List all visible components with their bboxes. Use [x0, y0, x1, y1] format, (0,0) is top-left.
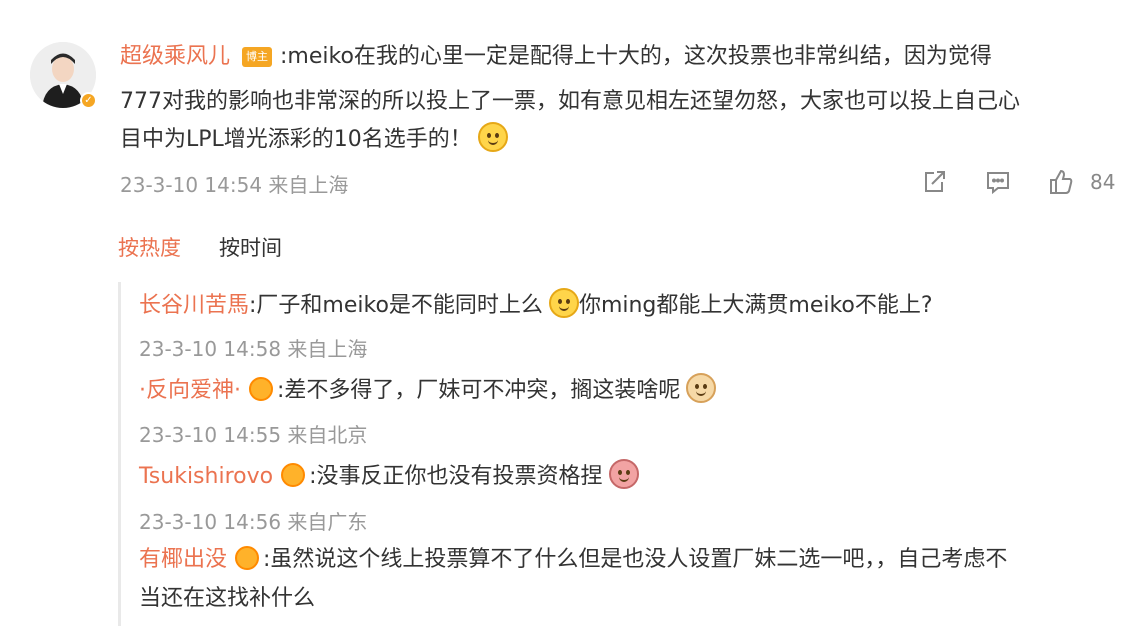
reply-list: 长谷川苦馬:厂子和meiko是不能同时上么 你ming都能上大满贯meiko不能上…: [118, 282, 1138, 626]
reply-timestamp: 23-3-10 14:55 来自北京: [139, 423, 368, 447]
reply-3: Tsukishirovo :没事反正你也没有投票资格捏: [139, 459, 639, 492]
sweat-emoji-icon: [548, 288, 579, 318]
reply-text-continued: 你ming都能上大满贯meiko不能上?: [578, 293, 933, 318]
root-comment: ✓ 超级乘风儿 博主 :meiko在我的心里一定是配得上十大的，这次投票也非常纠结，…: [0, 0, 1148, 210]
doge-emoji-icon: [686, 373, 717, 403]
tab-sort-by-time[interactable]: 按时间: [219, 232, 282, 262]
reply-text: :虽然说这个线上投票算不了什么但是也没人设置厂妹二选一吧，，自己考虑不: [263, 547, 1008, 572]
reply-1: 长谷川苦馬:厂子和meiko是不能同时上么 你ming都能上大满贯meiko不能上…: [139, 288, 933, 321]
reply-4: 有椰出没 :虽然说这个线上投票算不了什么但是也没人设置厂妹二选一吧，，自己考虑不: [139, 545, 1007, 575]
reply-text: :厂子和meiko是不能同时上么: [249, 293, 543, 318]
root-text-line3: 目中为LPL增光添彩的10名选手的！: [120, 127, 472, 152]
reply-username[interactable]: ·反向爱神·: [139, 378, 241, 403]
smile-emoji-icon: [477, 122, 508, 152]
fan-crown-icon: [281, 463, 306, 487]
root-text-line1: :meiko在我的心里一定是配得上十大的，这次投票也非常纠结，因为觉得: [280, 44, 992, 69]
share-icon[interactable]: [920, 168, 950, 196]
pig-emoji-icon: [608, 459, 639, 489]
sort-tabs: 按热度 按时间: [118, 232, 320, 262]
like-count: 84: [1090, 170, 1116, 194]
comment-icon[interactable]: [984, 168, 1014, 196]
tab-sort-by-hot[interactable]: 按热度: [118, 232, 181, 262]
fan-crown-icon: [249, 377, 273, 401]
root-text-line2: 777对我的影响也非常深的所以投上了一票，如有意见相左还望勿怒，大家也可以投上自…: [120, 89, 1020, 114]
reply-text: :差不多得了，厂妹可不冲突，搁这装啥呢: [277, 378, 681, 403]
root-comment-line1: 超级乘风儿 博主 :meiko在我的心里一定是配得上十大的，这次投票也非常纠结，因为…: [120, 42, 992, 72]
reply-text: :没事反正你也没有投票资格捏: [309, 464, 603, 489]
root-comment-line3: 目中为LPL增光添彩的10名选手的！: [120, 122, 508, 155]
reply-text-continued: 当还在这找补什么: [139, 586, 316, 611]
fan-crown-icon: [235, 546, 260, 570]
blogger-badge: 博主: [242, 47, 273, 67]
reply-username[interactable]: 长谷川苦馬: [139, 293, 249, 318]
like-icon[interactable]: [1047, 168, 1077, 196]
reply-timestamp: 23-3-10 14:58 来自上海: [139, 337, 368, 361]
verified-badge-icon: ✓: [80, 92, 97, 109]
root-timestamp: 23-3-10 14:54 来自上海: [120, 173, 349, 197]
reply-username[interactable]: 有椰出没: [139, 547, 227, 572]
root-username[interactable]: 超级乘风儿: [120, 44, 230, 69]
reply-username[interactable]: Tsukishirovo: [139, 464, 273, 489]
reply-2: ·反向爱神· :差不多得了，厂妹可不冲突，搁这装啥呢: [139, 373, 717, 406]
reply-timestamp: 23-3-10 14:56 来自广东: [139, 510, 368, 534]
